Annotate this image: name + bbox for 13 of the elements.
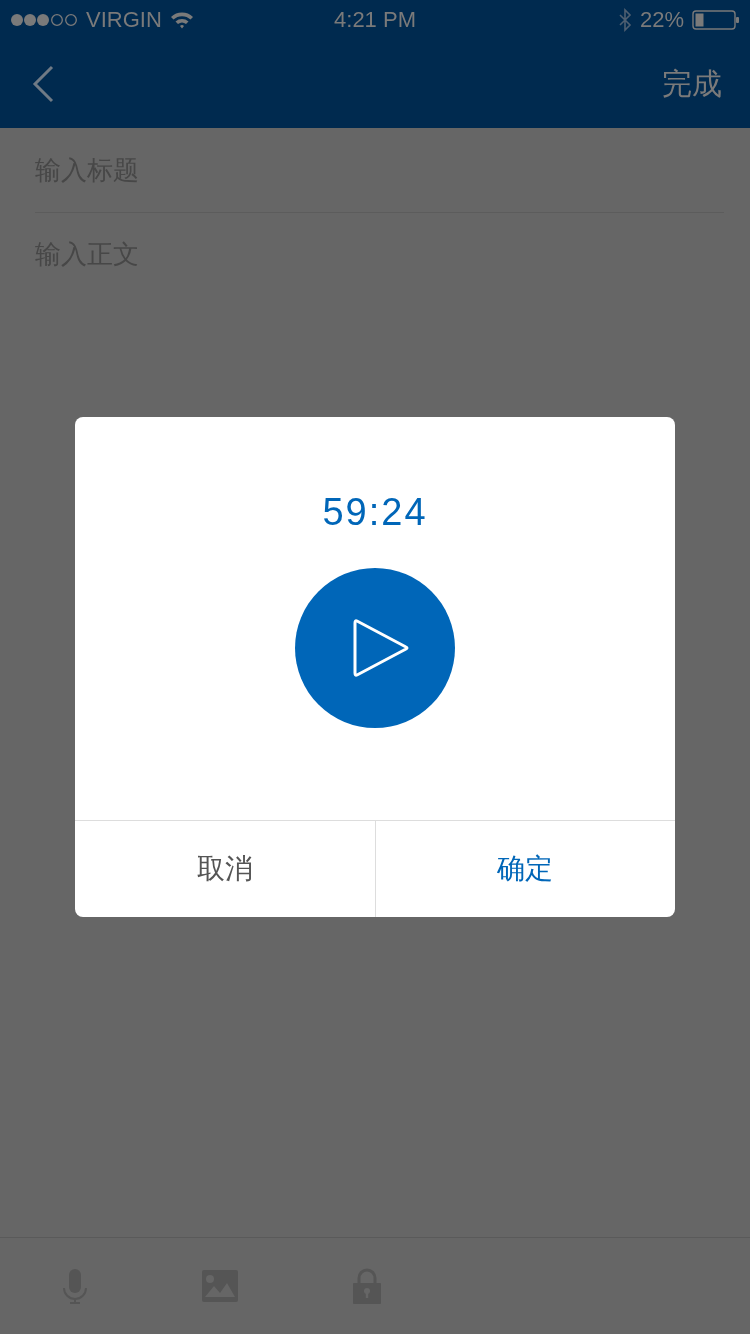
carrier-name: VIRGIN (86, 7, 162, 33)
battery-percentage: 22% (639, 7, 684, 33)
back-chevron-icon (32, 65, 54, 103)
wifi-icon (169, 11, 194, 29)
bluetooth-icon (617, 8, 632, 32)
confirm-button[interactable]: 确定 (374, 821, 675, 917)
status-time: 4:21 PM (334, 7, 416, 33)
timer-text: 59:24 (322, 491, 428, 534)
battery-icon (692, 10, 740, 30)
play-icon (352, 617, 410, 679)
done-button[interactable]: 完成 (662, 63, 722, 105)
cancel-button[interactable]: 取消 (75, 821, 375, 917)
signal-strength-icon (10, 13, 78, 27)
